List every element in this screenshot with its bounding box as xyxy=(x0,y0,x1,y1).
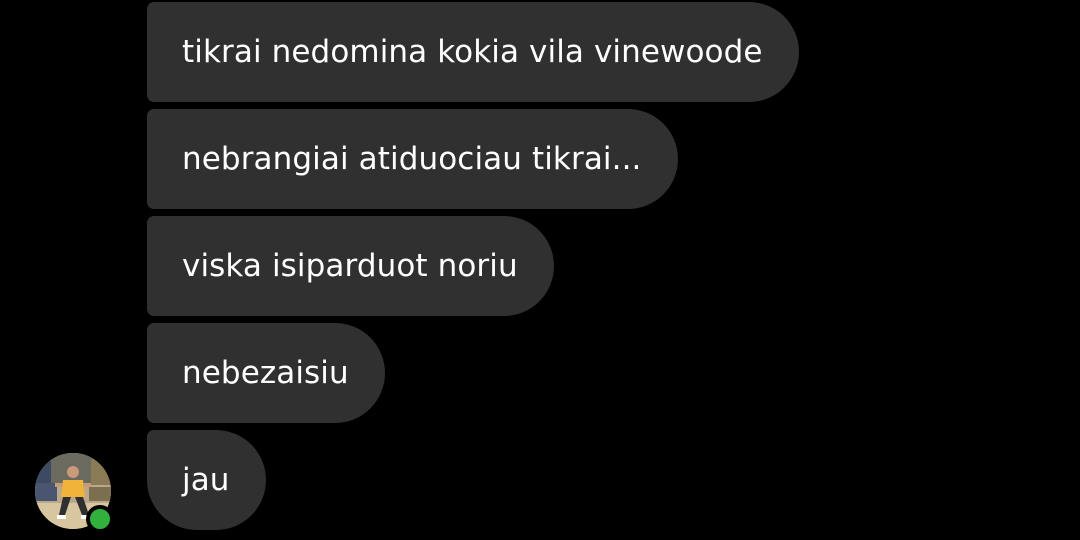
message-bubble[interactable]: tikrai nedomina kokia vila vinewoode xyxy=(147,2,799,102)
message-bubble[interactable]: nebezaisiu xyxy=(147,323,385,423)
online-status-icon xyxy=(86,505,114,533)
message-bubble[interactable]: viska isiparduot noriu xyxy=(147,216,554,316)
message-bubble[interactable]: nebrangiai atiduociau tikrai... xyxy=(147,109,678,209)
message-thread: tikrai nedomina kokia vila vinewoode neb… xyxy=(0,0,1080,540)
message-bubble[interactable]: jau xyxy=(147,430,266,530)
